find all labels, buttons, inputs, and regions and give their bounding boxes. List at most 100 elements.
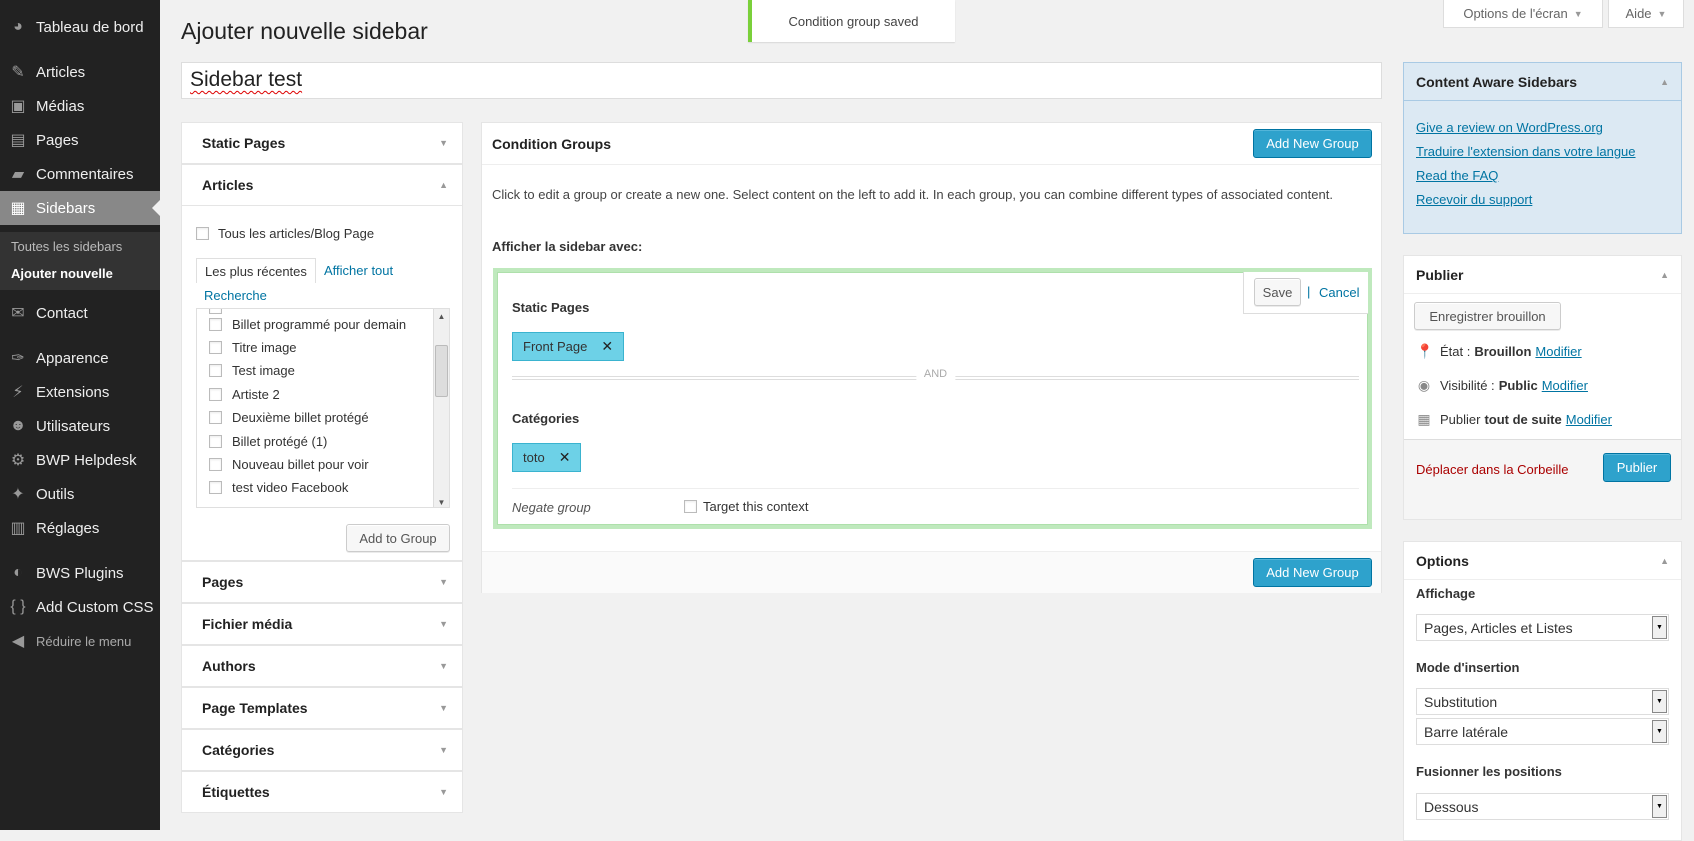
- menu-item-medias[interactable]: ▣ Médias: [0, 89, 160, 123]
- list-item[interactable]: Billet protégé (1): [209, 434, 327, 449]
- scroll-down-icon[interactable]: ▼: [434, 495, 449, 507]
- tab-search[interactable]: Recherche: [196, 283, 275, 308]
- submenu-add-new[interactable]: Ajouter nouvelle: [11, 266, 113, 281]
- support-link[interactable]: Recevoir du support: [1416, 192, 1532, 207]
- collapse-menu-button[interactable]: ◀ Réduire le menu: [0, 624, 160, 658]
- display-select[interactable]: Pages, Articles et Listes ▼: [1416, 614, 1669, 641]
- pin-icon: ✎: [11, 64, 25, 81]
- edit-status-link[interactable]: Modifier: [1535, 344, 1581, 359]
- all-posts-label: Tous les articles/Blog Page: [218, 226, 375, 241]
- tab-recent[interactable]: Les plus récentes: [196, 258, 316, 283]
- panel-description: Click to edit a group or create a new on…: [492, 187, 1333, 202]
- target-context-row[interactable]: Target this context: [684, 499, 809, 514]
- publish-button[interactable]: Publier: [1603, 453, 1671, 482]
- list-item[interactable]: Deuxième billet protégé: [209, 410, 369, 425]
- bws-icon: ◐: [13, 564, 23, 581]
- remove-icon[interactable]: ✕: [559, 449, 571, 466]
- review-link[interactable]: Give a review on WordPress.org: [1416, 120, 1603, 135]
- list-scrollbar[interactable]: ▲ ▼: [433, 309, 449, 507]
- section-authors[interactable]: Authors ▼: [181, 645, 463, 687]
- section-page-templates[interactable]: Page Templates ▼: [181, 687, 463, 729]
- menu-label: Médias: [36, 97, 85, 115]
- save-button[interactable]: Save: [1254, 278, 1301, 306]
- condition-group[interactable]: Static Pages Front Page ✕ AND Catégories…: [493, 268, 1372, 529]
- menu-item-settings[interactable]: ▥ Réglages: [0, 511, 160, 545]
- target-context-checkbox[interactable]: [684, 500, 697, 513]
- publish-box: Publier ▲ Enregistrer brouillon 📍 État :…: [1403, 255, 1682, 520]
- section-title: Catégories: [202, 742, 275, 758]
- tag-toto: toto ✕: [512, 443, 582, 472]
- edit-schedule-link[interactable]: Modifier: [1566, 412, 1612, 427]
- menu-item-custom-css[interactable]: { } Add Custom CSS: [0, 590, 160, 624]
- menu-item-dashboard[interactable]: ◕ Tableau de bord: [0, 10, 160, 44]
- section-static-pages[interactable]: Static Pages ▼: [181, 122, 463, 164]
- tag-front-page: Front Page ✕: [512, 332, 625, 361]
- appearance-icon: ✑: [11, 350, 25, 367]
- list-item[interactable]: Test image: [209, 363, 295, 378]
- scroll-thumb[interactable]: [435, 345, 448, 397]
- menu-item-contact[interactable]: ✉ Contact: [0, 296, 160, 330]
- save-draft-button[interactable]: Enregistrer brouillon: [1414, 302, 1561, 330]
- section-title: Fichier média: [202, 616, 293, 632]
- section-pages[interactable]: Pages ▼: [181, 561, 463, 603]
- status-row: 📍 État : Brouillon Modifier: [1416, 343, 1582, 360]
- sidebar-select[interactable]: Barre latérale ▼: [1416, 718, 1669, 745]
- section-media[interactable]: Fichier média ▼: [181, 603, 463, 645]
- menu-item-sidebars[interactable]: ▦ Sidebars: [0, 191, 160, 225]
- menu-item-articles[interactable]: ✎ Articles: [0, 55, 160, 89]
- menu-item-pages[interactable]: ▤ Pages: [0, 123, 160, 157]
- menu-label: Pages: [36, 131, 79, 149]
- faq-link[interactable]: Read the FAQ: [1416, 168, 1498, 183]
- post-checkbox[interactable]: [209, 481, 222, 494]
- help-button[interactable]: Aide ▼: [1608, 0, 1684, 28]
- menu-item-tools[interactable]: ✦ Outils: [0, 477, 160, 511]
- menu-label: Utilisateurs: [36, 417, 111, 435]
- all-posts-checkbox[interactable]: [196, 227, 209, 240]
- list-item[interactable]: Nouveau billet pour voir: [209, 457, 369, 472]
- cancel-link[interactable]: Cancel: [1319, 285, 1359, 300]
- screen-options-button[interactable]: Options de l'écran ▼: [1443, 0, 1603, 28]
- post-checkbox[interactable]: [209, 388, 222, 401]
- menu-item-bws-plugins[interactable]: ◐ BWS Plugins: [0, 556, 160, 590]
- dashboard-icon: ◕: [13, 18, 23, 35]
- cas-box-header[interactable]: Content Aware Sidebars ▲: [1404, 63, 1681, 101]
- section-tags[interactable]: Étiquettes ▼: [181, 771, 463, 813]
- post-checkbox[interactable]: [209, 411, 222, 424]
- section-categories[interactable]: Catégories ▼: [181, 729, 463, 771]
- list-item[interactable]: test video Facebook: [209, 480, 348, 495]
- post-checkbox[interactable]: [209, 364, 222, 377]
- list-item[interactable]: Titre image: [209, 340, 297, 355]
- post-checkbox[interactable]: [209, 435, 222, 448]
- add-new-group-button-bottom[interactable]: Add New Group: [1253, 558, 1372, 587]
- publish-box-header[interactable]: Publier ▲: [1404, 256, 1681, 294]
- sidebar-title-input[interactable]: Sidebar test: [181, 62, 1382, 99]
- cas-box: Content Aware Sidebars ▲ Give a review o…: [1403, 62, 1682, 234]
- plugins-icon: ⚡: [12, 384, 24, 401]
- translate-link[interactable]: Traduire l'extension dans votre langue: [1416, 144, 1636, 159]
- all-posts-checkbox-row[interactable]: Tous les articles/Blog Page: [196, 226, 374, 241]
- list-item[interactable]: Billet programmé pour demain: [209, 317, 406, 332]
- remove-icon[interactable]: ✕: [601, 338, 613, 355]
- list-item[interactable]: Artiste 2: [209, 387, 280, 402]
- submenu-all-sidebars[interactable]: Toutes les sidebars: [11, 239, 122, 254]
- menu-item-users[interactable]: ☻ Utilisateurs: [0, 409, 160, 443]
- pin-icon: 📍: [1416, 343, 1434, 359]
- post-checkbox[interactable]: [209, 318, 222, 331]
- trash-link[interactable]: Déplacer dans la Corbeille: [1416, 462, 1568, 477]
- options-box-header[interactable]: Options ▲: [1404, 542, 1681, 580]
- post-label: Nouveau billet pour voir: [232, 457, 369, 472]
- section-articles[interactable]: Articles ▲: [181, 164, 463, 206]
- insertion-select[interactable]: Substitution ▼: [1416, 688, 1669, 715]
- menu-item-appearance[interactable]: ✑ Apparence: [0, 341, 160, 375]
- edit-visibility-link[interactable]: Modifier: [1542, 378, 1588, 393]
- post-checkbox[interactable]: [209, 341, 222, 354]
- merge-select[interactable]: Dessous ▼: [1416, 793, 1669, 820]
- menu-item-comments[interactable]: ▰ Commentaires: [0, 157, 160, 191]
- post-checkbox[interactable]: [209, 458, 222, 471]
- menu-item-helpdesk[interactable]: ⚙ BWP Helpdesk: [0, 443, 160, 477]
- add-new-group-button[interactable]: Add New Group: [1253, 129, 1372, 158]
- scroll-up-icon[interactable]: ▲: [434, 309, 449, 323]
- add-to-group-button[interactable]: Add to Group: [346, 524, 450, 552]
- tab-show-all[interactable]: Afficher tout: [316, 258, 401, 283]
- menu-item-plugins[interactable]: ⚡ Extensions: [0, 375, 160, 409]
